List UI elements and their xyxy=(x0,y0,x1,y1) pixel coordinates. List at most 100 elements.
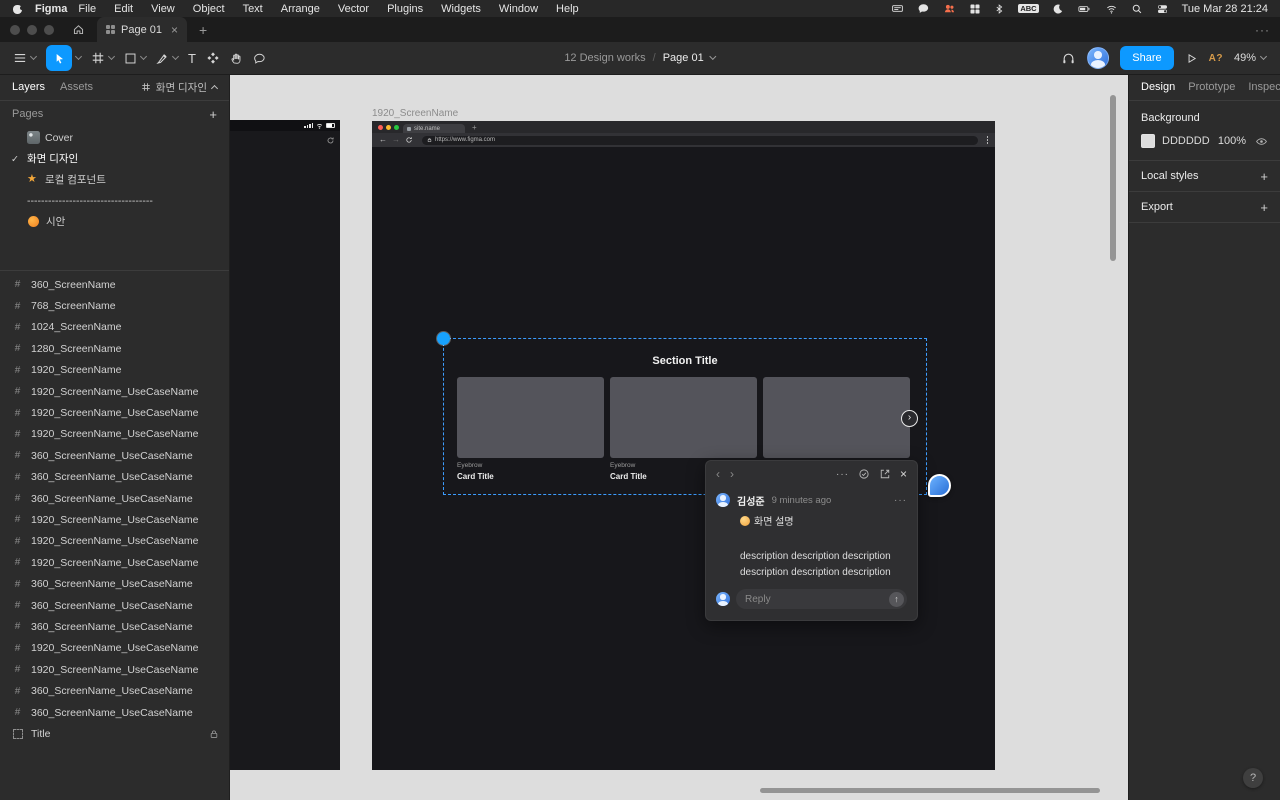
home-button[interactable] xyxy=(64,17,93,42)
move-tool-button[interactable] xyxy=(41,42,86,74)
comment-options-icon[interactable]: ··· xyxy=(836,469,849,480)
menubar-item[interactable]: View xyxy=(142,3,184,15)
pen-tool-button[interactable] xyxy=(151,42,183,74)
layer-row[interactable]: 768_ScreenName xyxy=(0,295,229,316)
layer-row[interactable]: 360_ScreenName_UseCaseName xyxy=(0,702,229,723)
layer-row[interactable]: 360_ScreenName_UseCaseName xyxy=(0,573,229,594)
add-export-button[interactable]: + xyxy=(1260,200,1268,215)
layer-row[interactable]: 360_ScreenName xyxy=(0,274,229,295)
layer-row[interactable]: 1280_ScreenName xyxy=(0,338,229,359)
layer-row[interactable]: 360_ScreenName_UseCaseName xyxy=(0,680,229,701)
frame-name-label[interactable]: 1920_ScreenName xyxy=(372,108,458,119)
frame-filter-dropdown[interactable]: 화면 디자인 xyxy=(141,80,217,95)
canvas-vertical-scrollbar[interactable] xyxy=(1110,95,1116,261)
tab-design[interactable]: Design xyxy=(1141,81,1175,93)
apple-menu-icon[interactable] xyxy=(12,3,23,14)
visibility-eye-icon[interactable] xyxy=(1255,135,1268,148)
comment-kebab-icon[interactable]: ··· xyxy=(894,495,907,506)
tab-assets[interactable]: Assets xyxy=(60,81,93,93)
text-tool-button[interactable]: T xyxy=(183,42,201,74)
moon-icon[interactable] xyxy=(1052,1,1064,16)
new-tab-button[interactable]: + xyxy=(199,17,207,42)
color-swatch[interactable] xyxy=(1141,134,1155,148)
layer-row[interactable]: 360_ScreenName_UseCaseName xyxy=(0,616,229,637)
menubar-item[interactable]: Widgets xyxy=(432,3,490,15)
copy-link-icon[interactable] xyxy=(879,468,891,480)
page-row[interactable]: ------------------------------------ xyxy=(0,190,229,211)
layer-row[interactable]: 1920_ScreenName_UseCaseName xyxy=(0,638,229,659)
layer-row[interactable]: 360_ScreenName_UseCaseName xyxy=(0,445,229,466)
menubar-app-name[interactable]: Figma xyxy=(35,3,67,15)
prev-comment-icon[interactable]: ‹ xyxy=(716,468,720,480)
window-more-icon[interactable]: ··· xyxy=(1255,17,1270,42)
layer-row[interactable]: 360_ScreenName_UseCaseName xyxy=(0,595,229,616)
layer-row[interactable]: 1920_ScreenName_UseCaseName xyxy=(0,381,229,402)
page-row[interactable]: 로컬 컴포넌트 xyxy=(0,169,229,190)
opacity-value[interactable]: 100% xyxy=(1218,135,1246,147)
toolbar-badge[interactable]: A? xyxy=(1209,53,1223,64)
design-frame-1920[interactable]: site.name + ← → https://www.figma.com xyxy=(372,121,995,770)
menubar-clock[interactable]: Tue Mar 28 21:24 xyxy=(1182,3,1268,15)
add-style-button[interactable]: + xyxy=(1260,169,1268,184)
comment-tool-button[interactable] xyxy=(248,42,271,74)
current-user-avatar[interactable] xyxy=(1087,47,1109,69)
layer-row[interactable]: 1920_ScreenName_UseCaseName xyxy=(0,509,229,530)
file-name[interactable]: Page 01 xyxy=(663,52,704,64)
file-tab[interactable]: Page 01 × xyxy=(97,17,187,42)
next-comment-icon[interactable]: › xyxy=(730,468,734,480)
hand-tool-button[interactable] xyxy=(225,42,248,74)
layer-row[interactable]: 1920_ScreenName_UseCaseName xyxy=(0,424,229,445)
main-menu-button[interactable] xyxy=(8,42,41,74)
project-name[interactable]: 12 Design works xyxy=(564,52,645,64)
layer-row[interactable]: 1920_ScreenName xyxy=(0,360,229,381)
page-row[interactable]: 시안 xyxy=(0,211,229,232)
share-button[interactable]: Share xyxy=(1120,46,1173,70)
menubar-item[interactable]: Plugins xyxy=(378,3,432,15)
people-icon[interactable] xyxy=(943,1,956,16)
mobile-frame-partial[interactable] xyxy=(230,120,340,770)
tab-inspect[interactable]: Inspect xyxy=(1248,81,1280,93)
carousel-next-button[interactable]: › xyxy=(901,410,918,427)
keyboard-icon[interactable] xyxy=(891,1,904,16)
layer-row[interactable]: 1024_ScreenName xyxy=(0,317,229,338)
menubar-item[interactable]: Help xyxy=(547,3,588,15)
frame-tool-button[interactable] xyxy=(86,42,119,74)
layer-row[interactable]: 1920_ScreenName_UseCaseName xyxy=(0,531,229,552)
canvas-horizontal-scrollbar[interactable] xyxy=(760,788,1100,793)
menubar-item[interactable]: Arrange xyxy=(272,3,329,15)
file-menu-chevron-icon[interactable] xyxy=(710,53,717,60)
layer-row[interactable]: 1920_ScreenName_UseCaseName xyxy=(0,402,229,423)
shape-tool-button[interactable] xyxy=(119,42,151,74)
layer-row[interactable]: 1920_ScreenName_UseCaseName xyxy=(0,659,229,680)
page-row[interactable]: Cover xyxy=(0,127,229,148)
tab-close-icon[interactable]: × xyxy=(171,24,178,36)
input-source-badge[interactable]: ABC xyxy=(1018,4,1038,14)
lock-icon[interactable] xyxy=(209,729,219,739)
menubar-item[interactable]: Edit xyxy=(105,3,142,15)
menubar-item[interactable]: Object xyxy=(184,3,234,15)
layer-row[interactable]: 1920_ScreenName_UseCaseName xyxy=(0,552,229,573)
present-button[interactable] xyxy=(1185,52,1198,65)
window-grid-icon[interactable] xyxy=(969,1,981,16)
spotlight-icon[interactable] xyxy=(1131,1,1143,16)
bluetooth-icon[interactable] xyxy=(994,1,1005,16)
page-row[interactable]: 화면 디자인 xyxy=(0,148,229,169)
resolve-comment-icon[interactable] xyxy=(858,468,870,480)
selection-corner-handle[interactable] xyxy=(437,332,450,345)
audio-headphones-icon[interactable] xyxy=(1061,51,1076,66)
tab-layers[interactable]: Layers xyxy=(12,81,45,93)
menubar-item[interactable]: Vector xyxy=(329,3,378,15)
tab-prototype[interactable]: Prototype xyxy=(1188,81,1235,93)
reply-input[interactable] xyxy=(745,594,889,605)
menubar-item[interactable]: File xyxy=(69,3,105,15)
menubar-item[interactable]: Text xyxy=(234,3,272,15)
close-icon[interactable]: × xyxy=(900,468,907,480)
window-close-button[interactable] xyxy=(10,25,20,35)
menubar-item[interactable]: Window xyxy=(490,3,547,15)
help-button[interactable]: ? xyxy=(1243,768,1263,788)
send-reply-button[interactable]: ↑ xyxy=(889,592,904,607)
resources-tool-button[interactable] xyxy=(201,42,225,74)
layer-row[interactable]: Title xyxy=(0,723,229,744)
window-minimize-button[interactable] xyxy=(27,25,37,35)
battery-icon[interactable] xyxy=(1077,1,1092,16)
